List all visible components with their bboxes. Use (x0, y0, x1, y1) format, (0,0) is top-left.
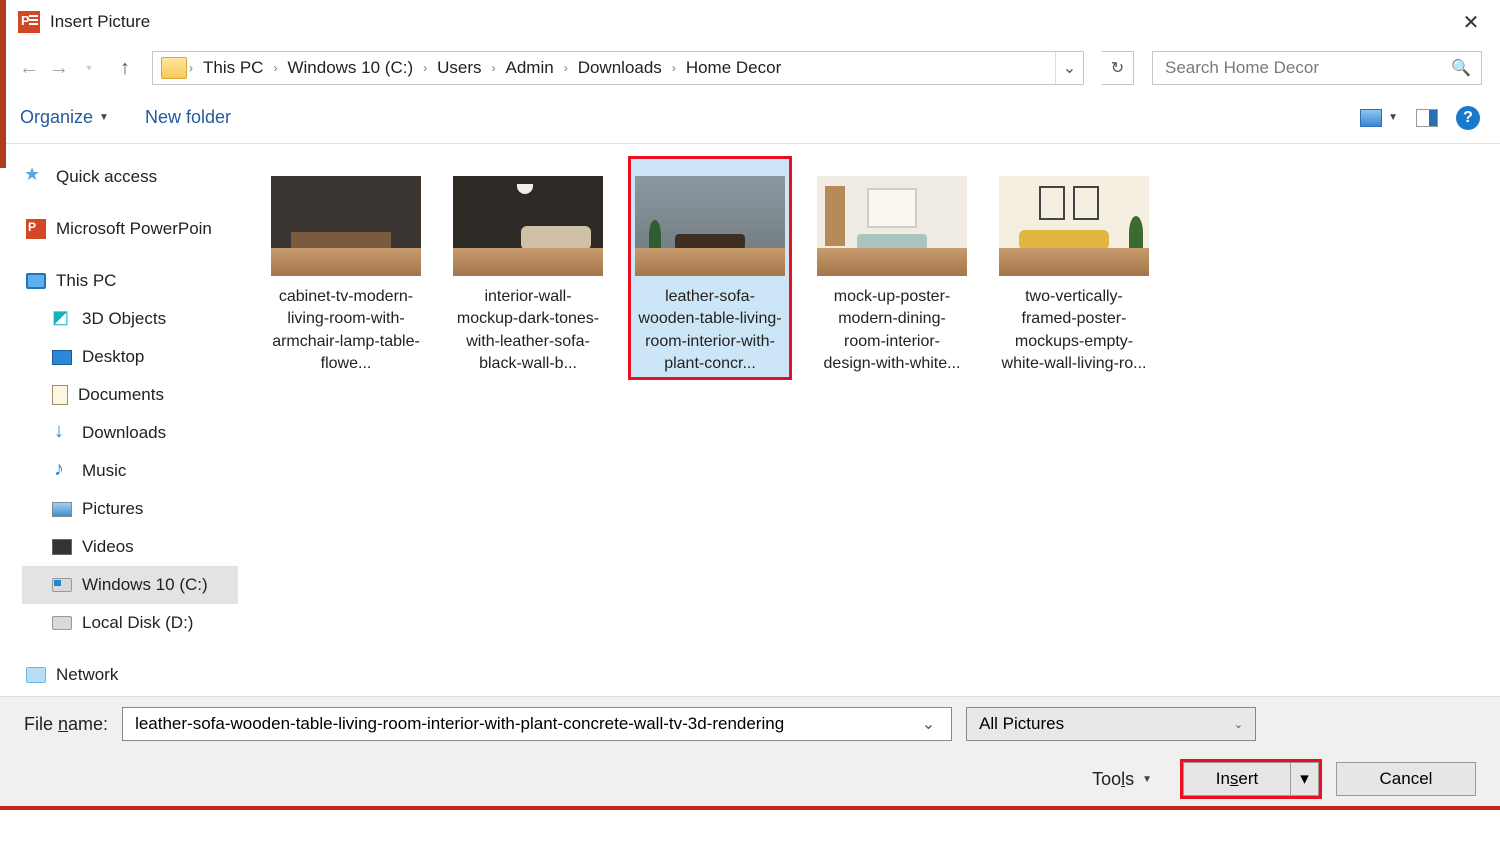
file-name-label: cabinet-tv-modern-living-room-with-armch… (268, 286, 424, 376)
sidebar-quick-access[interactable]: Quick access (22, 158, 248, 196)
crumb-this-pc[interactable]: This PC (195, 52, 271, 84)
desktop-icon (52, 350, 72, 365)
powerpoint-icon (26, 219, 46, 239)
sidebar-3d-objects[interactable]: 3D Objects (22, 300, 248, 338)
powerpoint-icon (18, 11, 40, 33)
video-icon (52, 539, 72, 555)
insert-split-button[interactable]: ▾ (1290, 763, 1318, 795)
toolbar: Organize▼ New folder ▼ ? (0, 92, 1500, 144)
file-item[interactable]: cabinet-tv-modern-living-room-with-armch… (264, 156, 428, 380)
sidebar-drive-d[interactable]: Local Disk (D:) (22, 604, 248, 642)
file-name-label: File name: (24, 714, 108, 735)
file-item-selected[interactable]: leather-sofa-wooden-table-living-room-in… (628, 156, 792, 380)
file-name-dropdown[interactable]: ⌄ (916, 714, 941, 734)
monitor-icon (26, 273, 46, 289)
crumb-admin[interactable]: Admin (498, 52, 562, 84)
drive-icon (52, 616, 72, 630)
title-bar: Insert Picture ✕ (0, 0, 1500, 44)
preview-pane-button[interactable] (1416, 109, 1438, 127)
sidebar-music[interactable]: Music (22, 452, 248, 490)
crumb-users[interactable]: Users (429, 52, 489, 84)
file-item[interactable]: mock-up-poster-modern-dining-room-interi… (810, 156, 974, 380)
file-item[interactable]: two-vertically-framed-poster-mockups-emp… (992, 156, 1156, 380)
search-input[interactable] (1163, 57, 1423, 79)
address-dropdown[interactable]: ⌄ (1055, 52, 1083, 84)
nav-up-button[interactable]: ↑ (114, 57, 136, 79)
nav-forward-button[interactable]: → (48, 57, 70, 79)
document-icon (52, 385, 68, 405)
thumbnails-icon (1360, 109, 1382, 127)
file-type-filter[interactable]: All Pictures⌄ (966, 707, 1256, 741)
crumb-drive-c[interactable]: Windows 10 (C:) (279, 52, 421, 84)
download-icon (52, 424, 72, 442)
drive-icon (52, 578, 72, 592)
help-button[interactable]: ? (1456, 106, 1480, 130)
pictures-icon (52, 502, 72, 517)
file-name-label: interior-wall-mockup-dark-tones-with-lea… (450, 286, 606, 376)
music-icon (52, 462, 72, 480)
view-mode-button[interactable]: ▼ (1360, 109, 1398, 127)
tools-menu[interactable]: Tools ▼ (1092, 769, 1158, 790)
sidebar-pictures[interactable]: Pictures (22, 490, 248, 528)
sidebar-this-pc[interactable]: This PC (22, 262, 248, 300)
sidebar-network[interactable]: Network (22, 656, 248, 694)
address-bar[interactable]: › This PC› Windows 10 (C:)› Users› Admin… (152, 51, 1084, 85)
sidebar-documents[interactable]: Documents (22, 376, 248, 414)
crumb-downloads[interactable]: Downloads (570, 52, 670, 84)
network-icon (26, 667, 46, 683)
folder-icon (161, 57, 187, 79)
close-button[interactable]: ✕ (1448, 2, 1494, 42)
annotation-underline (0, 806, 1500, 810)
organize-button[interactable]: Organize▼ (20, 107, 109, 128)
insert-button[interactable]: Insert ▾ (1183, 762, 1319, 796)
file-name-field[interactable]: ⌄ (122, 707, 952, 741)
sidebar-videos[interactable]: Videos (22, 528, 248, 566)
sidebar-powerpoint[interactable]: Microsoft PowerPoin (22, 210, 248, 248)
crumb-home-decor[interactable]: Home Decor (678, 52, 789, 84)
file-name-input[interactable] (133, 713, 916, 735)
navigation-pane: Quick access Microsoft PowerPoin This PC… (0, 144, 248, 696)
sidebar-drive-c[interactable]: Windows 10 (C:) (22, 566, 238, 604)
sidebar-desktop[interactable]: Desktop (22, 338, 248, 376)
file-name-label: mock-up-poster-modern-dining-room-interi… (814, 286, 970, 376)
search-box[interactable]: 🔍 (1152, 51, 1482, 85)
navigation-bar: ← → ▾ ↑ › This PC› Windows 10 (C:)› User… (0, 44, 1500, 92)
file-item[interactable]: interior-wall-mockup-dark-tones-with-lea… (446, 156, 610, 380)
app-accent-bar (0, 0, 6, 168)
file-name-label: two-vertically-framed-poster-mockups-emp… (996, 286, 1152, 376)
dialog-footer: File name: ⌄ All Pictures⌄ Tools ▼ Inser… (0, 696, 1500, 806)
cube-icon (52, 310, 72, 328)
window-title: Insert Picture (50, 12, 150, 32)
search-icon: 🔍 (1451, 58, 1471, 78)
cancel-button[interactable]: Cancel (1336, 762, 1476, 796)
file-name-label: leather-sofa-wooden-table-living-room-in… (632, 286, 788, 376)
sidebar-downloads[interactable]: Downloads (22, 414, 248, 452)
star-icon (26, 168, 46, 186)
new-folder-button[interactable]: New folder (145, 107, 231, 128)
nav-back-button[interactable]: ← (18, 57, 40, 79)
file-grid: cabinet-tv-modern-living-room-with-armch… (248, 144, 1500, 696)
refresh-button[interactable]: ↻ (1102, 51, 1134, 85)
